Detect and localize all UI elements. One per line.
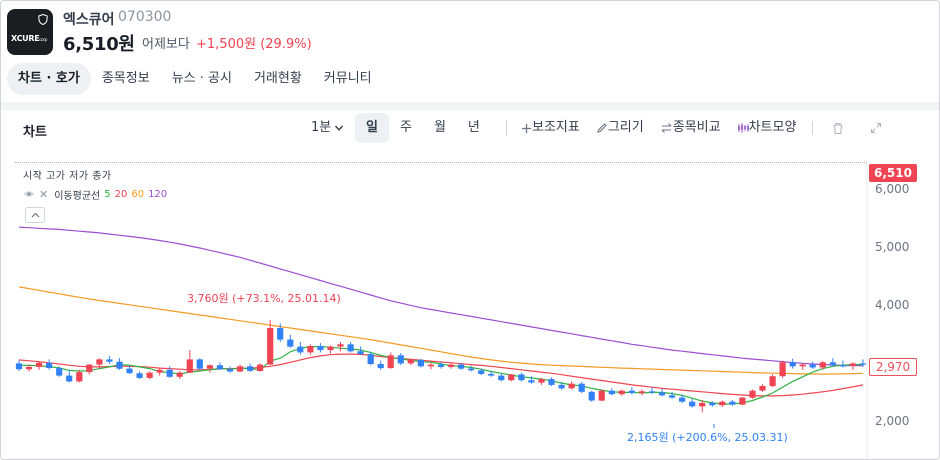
ohlc-legend: 시작 고가 저가 종가 — [23, 171, 112, 182]
candle — [468, 365, 475, 372]
moving-average-lines — [18, 226, 864, 405]
candle — [689, 398, 696, 408]
candle — [729, 399, 736, 406]
candle — [598, 389, 605, 402]
candle — [518, 372, 525, 382]
low-price-annotation: 2,165원 (+200.6%, 25.03.31) — [627, 431, 788, 444]
candle — [588, 390, 595, 402]
candle — [618, 389, 625, 396]
candle — [317, 343, 324, 353]
candle — [809, 361, 816, 369]
ma5-label: 5 — [104, 188, 111, 200]
candle — [719, 400, 726, 407]
candle — [769, 374, 776, 388]
ma5-line — [18, 346, 863, 405]
y-tick: 4,000 — [875, 298, 910, 312]
candle — [76, 369, 83, 383]
candle — [15, 360, 23, 371]
candle — [749, 389, 756, 399]
candle — [839, 360, 846, 368]
legend-collapse-button[interactable] — [25, 207, 45, 223]
candle — [267, 319, 274, 366]
candle — [226, 366, 234, 373]
candle — [327, 345, 334, 354]
candle — [779, 360, 786, 378]
y-tick: 6,000 — [875, 182, 910, 196]
ma60-label: 60 — [131, 188, 145, 200]
ma120-line — [18, 226, 864, 367]
price-axis: 6,000 5,000 4,000 2,000 — [867, 162, 939, 459]
close-icon[interactable]: ✕ — [39, 188, 48, 201]
current-price-badge: 6,510 — [869, 164, 917, 182]
candle — [508, 373, 515, 382]
candle — [387, 352, 394, 369]
candle — [297, 341, 304, 355]
candle — [739, 397, 746, 406]
candle — [397, 352, 404, 366]
candle — [427, 362, 434, 370]
candle — [337, 341, 344, 352]
candle — [196, 358, 203, 370]
eye-icon[interactable] — [23, 189, 35, 199]
candle — [307, 344, 314, 355]
candle — [347, 341, 354, 353]
ma-legend: ✕ 이동평균선 5 20 60 120 — [23, 186, 171, 202]
candle — [417, 358, 424, 368]
candle — [216, 362, 223, 370]
candle — [608, 388, 615, 396]
y-tick: 2,000 — [875, 414, 910, 428]
candle — [46, 359, 53, 370]
stock-detail-panel: XCUREcorp 엑스큐어 070300 6,510원 어제보다 +1,500… — [0, 0, 940, 460]
candle — [106, 355, 113, 364]
candle — [829, 358, 836, 367]
candle — [236, 364, 244, 373]
candle — [156, 368, 163, 376]
ma60-line — [18, 286, 864, 375]
candle — [146, 371, 153, 380]
candle — [186, 350, 193, 374]
ma20-line — [18, 353, 864, 397]
candle — [257, 363, 264, 372]
ma20-label: 20 — [114, 188, 128, 200]
candle — [377, 360, 384, 370]
candle — [578, 381, 585, 393]
candle — [447, 363, 455, 369]
candle — [548, 377, 555, 387]
candlestick-chart[interactable] — [1, 1, 940, 460]
candles — [15, 319, 867, 413]
ma120-label: 120 — [148, 188, 168, 200]
candle — [36, 361, 43, 370]
candle — [247, 363, 254, 373]
candle — [367, 352, 374, 366]
candle — [568, 381, 575, 390]
candle — [658, 388, 666, 397]
candle — [86, 364, 93, 375]
high-price-annotation: 3,760원 (+73.1%, 25.01.14) — [187, 292, 341, 305]
chevron-up-icon — [31, 212, 39, 218]
ma-price-badge: 2,970 — [869, 358, 917, 376]
candle — [66, 369, 73, 383]
candle — [789, 358, 796, 369]
candle — [498, 373, 505, 382]
candle — [136, 371, 143, 380]
candle — [799, 363, 806, 370]
candle — [287, 335, 294, 348]
candle — [638, 389, 645, 396]
candle — [206, 364, 213, 373]
candle — [116, 358, 123, 370]
candle — [176, 370, 183, 380]
candle — [759, 384, 766, 392]
candle — [628, 387, 635, 395]
ma-legend-name: 이동평균선 — [54, 190, 101, 202]
y-tick: 5,000 — [875, 240, 910, 254]
